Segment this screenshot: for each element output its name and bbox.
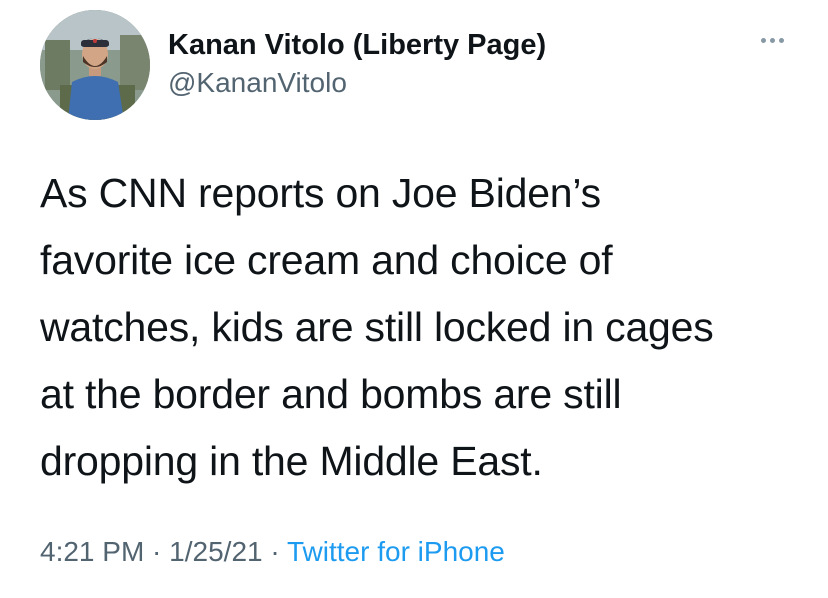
tweet-date[interactable]: 1/25/21 [169,536,262,567]
more-dot [760,37,766,43]
tweet-line: at the border and bombs are still [40,371,622,417]
more-dot [778,37,784,43]
tweet-line: favorite ice cream and choice of [40,237,613,283]
avatar[interactable] [40,10,150,120]
tweet-text: As CNN reports on Joe Biden’s favorite i… [40,160,800,495]
tweet-line: watches, kids are still locked in cages [40,304,714,350]
display-name[interactable]: Kanan Vitolo (Liberty Page) [168,28,546,62]
tweet-time[interactable]: 4:21 PM [40,536,144,567]
tweet-line: As CNN reports on Joe Biden’s [40,170,601,216]
user-info: Kanan Vitolo (Liberty Page) @KananVitolo [168,28,546,100]
meta-separator: · [144,536,170,567]
tweet-card: Kanan Vitolo (Liberty Page) @KananVitolo… [0,0,828,598]
tweet-meta: 4:21 PM · 1/25/21 · Twitter for iPhone [40,534,505,570]
more-icon[interactable] [752,28,792,52]
tweet-line: dropping in the Middle East. [40,438,543,484]
more-dot [769,37,775,43]
meta-separator: · [262,536,287,567]
user-handle[interactable]: @KananVitolo [168,66,546,100]
tweet-source[interactable]: Twitter for iPhone [287,536,505,567]
